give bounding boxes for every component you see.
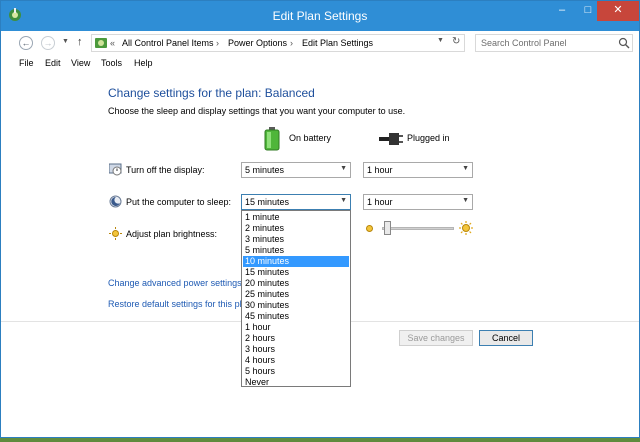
sleep-plugged-value: 1 hour (367, 197, 393, 207)
back-button[interactable]: ← (19, 36, 33, 50)
brightness-label: Adjust plan brightness: (126, 229, 218, 239)
plugged-in-header: Plugged in (407, 133, 450, 143)
restore-defaults-link[interactable]: Restore default settings for this pla (108, 299, 247, 309)
brightness-icon (109, 227, 122, 240)
dropdown-option[interactable]: 2 minutes (243, 223, 349, 234)
dropdown-option[interactable]: 45 minutes (243, 311, 349, 322)
page-description: Choose the sleep and display settings th… (108, 106, 406, 116)
dropdown-option[interactable]: 10 minutes (243, 256, 349, 267)
dropdown-option[interactable]: Never (243, 377, 349, 388)
chevron-down-icon: ▼ (462, 197, 469, 204)
dim-brightness-icon (366, 225, 373, 232)
forward-button[interactable]: → (41, 36, 55, 50)
sleep-battery-dropdown-list[interactable]: 1 minute 2 minutes 3 minutes 5 minutes 10 mi… (241, 210, 351, 387)
close-button[interactable]: ✕ (597, 1, 639, 21)
menu-tools[interactable]: Tools (101, 58, 122, 68)
bright-brightness-icon (459, 221, 473, 235)
search-placeholder: Search Control Panel (481, 38, 567, 48)
edit-plan-settings-window: Edit Plan Settings – □ ✕ ← → ▼ ↑ « All C… (0, 0, 640, 438)
breadcrumb-all-control-panel-items[interactable]: All Control Panel Items (122, 38, 214, 48)
dropdown-option[interactable]: 2 hours (243, 333, 349, 344)
chevron-down-icon: ▼ (462, 165, 469, 172)
up-arrow-icon[interactable]: ↑ (77, 36, 83, 48)
menu-bar: File Edit View Tools Help (1, 55, 639, 73)
display-plugged-select[interactable]: 1 hour ▼ (363, 162, 473, 178)
recent-pages-dropdown-icon[interactable]: ▼ (62, 38, 69, 45)
menu-file[interactable]: File (19, 58, 34, 68)
sleep-battery-value: 15 minutes (245, 197, 290, 207)
save-changes-button[interactable]: Save changes (399, 330, 473, 346)
breadcrumb-overflow[interactable]: « (110, 38, 115, 48)
breadcrumb-chevron[interactable]: › (290, 38, 293, 48)
search-icon[interactable] (618, 37, 630, 49)
dropdown-option[interactable]: 25 minutes (243, 289, 349, 300)
refresh-icon[interactable]: ↻ (452, 36, 460, 47)
breadcrumb-edit-plan-settings[interactable]: Edit Plan Settings (302, 38, 373, 48)
dropdown-option[interactable]: 4 hours (243, 355, 349, 366)
dropdown-option[interactable]: 15 minutes (243, 267, 349, 278)
breadcrumb-chevron[interactable]: › (216, 38, 219, 48)
display-icon (109, 163, 122, 176)
power-plug-icon (379, 133, 403, 145)
dropdown-option[interactable]: 5 hours (243, 366, 349, 377)
chevron-down-icon: ▼ (340, 165, 347, 172)
brightness-slider-thumb[interactable] (384, 221, 391, 235)
address-toolbar: ← → ▼ ↑ « All Control Panel Items › Powe… (1, 31, 639, 55)
breadcrumb-power-options[interactable]: Power Options (228, 38, 287, 48)
turn-off-display-label: Turn off the display: (126, 165, 205, 175)
on-battery-header: On battery (289, 133, 332, 143)
sleep-icon (109, 195, 122, 208)
address-box[interactable]: « All Control Panel Items › Power Option… (91, 34, 465, 52)
page-title: Change settings for the plan: Balanced (108, 86, 315, 100)
menu-edit[interactable]: Edit (45, 58, 61, 68)
minimize-button[interactable]: – (549, 1, 575, 21)
display-battery-value: 5 minutes (245, 165, 285, 175)
search-input[interactable]: Search Control Panel (475, 34, 633, 52)
cancel-button[interactable]: Cancel (479, 330, 533, 346)
menu-help[interactable]: Help (134, 58, 153, 68)
dropdown-option[interactable]: 3 hours (243, 344, 349, 355)
dropdown-option[interactable]: 1 minute (243, 212, 349, 223)
sleep-plugged-select[interactable]: 1 hour ▼ (363, 194, 473, 210)
display-plugged-value: 1 hour (367, 165, 393, 175)
address-dropdown-icon[interactable]: ▼ (437, 37, 444, 44)
battery-icon (264, 127, 280, 151)
dropdown-option[interactable]: 20 minutes (243, 278, 349, 289)
window-title: Edit Plan Settings (272, 9, 368, 23)
menu-view[interactable]: View (71, 58, 90, 68)
control-panel-icon (95, 38, 107, 48)
display-battery-select[interactable]: 5 minutes ▼ (241, 162, 351, 178)
title-bar[interactable]: Edit Plan Settings – □ ✕ (1, 1, 639, 31)
sleep-battery-select[interactable]: 15 minutes ▼ (241, 194, 351, 210)
dropdown-option[interactable]: 30 minutes (243, 300, 349, 311)
dropdown-option[interactable]: 3 minutes (243, 234, 349, 245)
chevron-down-icon: ▼ (340, 197, 347, 204)
sleep-label: Put the computer to sleep: (126, 197, 232, 207)
advanced-settings-link[interactable]: Change advanced power settings (108, 278, 242, 288)
dropdown-option[interactable]: 5 minutes (243, 245, 349, 256)
dropdown-option[interactable]: 1 hour (243, 322, 349, 333)
brightness-slider[interactable] (382, 227, 454, 230)
